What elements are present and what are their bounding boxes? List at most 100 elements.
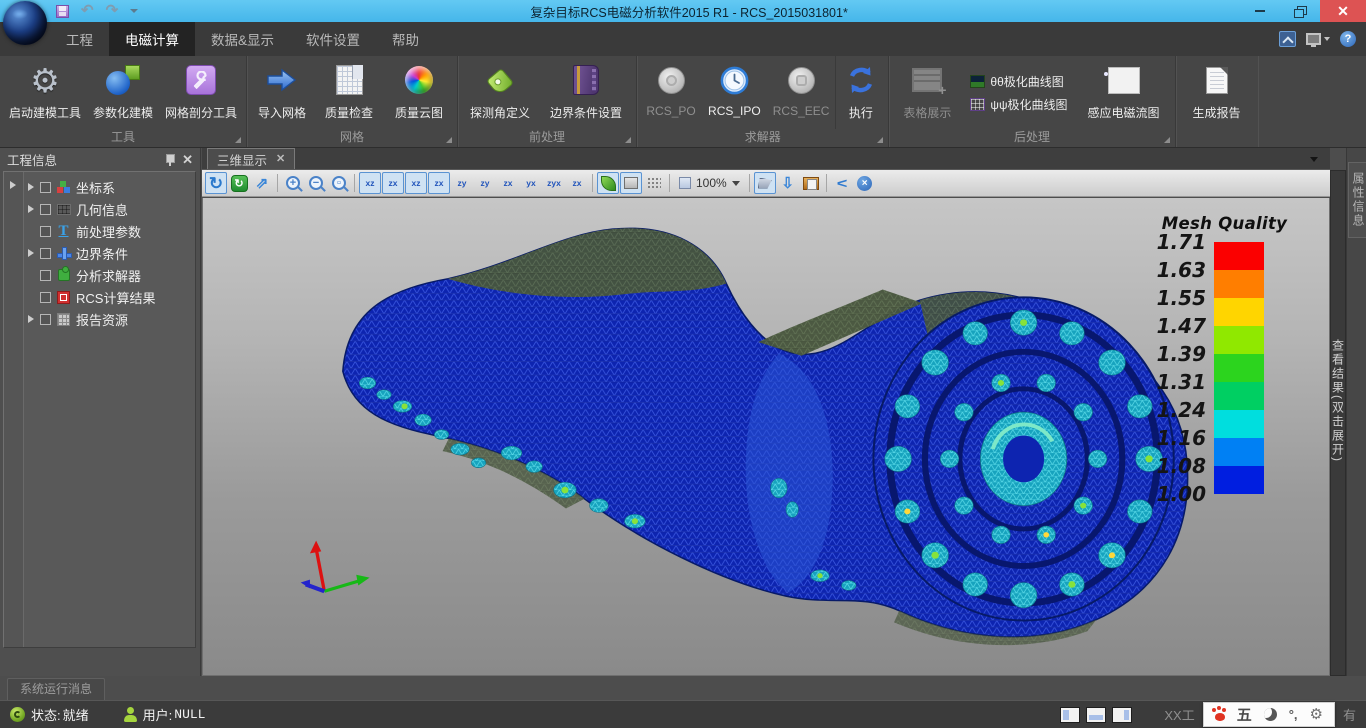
view-preset-button[interactable]: zy	[451, 172, 473, 194]
restore-button[interactable]	[1280, 0, 1320, 22]
ime-punctuation-button[interactable]: °,	[1289, 707, 1298, 722]
table-display-button[interactable]: 表格展示	[892, 56, 962, 129]
theta-polarization-curve-button[interactable]: θθ极化曲线图	[970, 73, 1067, 90]
zoom-out-button[interactable]: −	[305, 172, 327, 194]
tab-project[interactable]: 工程	[50, 22, 109, 56]
help-icon[interactable]: ?	[1340, 31, 1356, 47]
tree-checkbox[interactable]	[40, 226, 51, 237]
quality-check-button[interactable]: 质量检查	[314, 56, 384, 129]
pan-button[interactable]: ⇗	[251, 172, 273, 194]
chevron-right-icon[interactable]	[26, 183, 36, 191]
save-icon[interactable]	[56, 5, 69, 18]
import-mesh-button[interactable]: 导入网格	[250, 56, 314, 129]
tree-item-boundary-conditions[interactable]: 边界条件	[26, 242, 193, 264]
tree-checkbox[interactable]	[40, 248, 51, 259]
app-logo[interactable]	[3, 1, 47, 45]
tree-item-report-resources[interactable]: 报告资源	[26, 308, 193, 330]
results-collapsed-panel[interactable]: 查看结果(双击展开)	[1330, 170, 1346, 676]
view-preset-button[interactable]: zx	[566, 172, 588, 194]
close-view-button[interactable]: ×	[854, 172, 876, 194]
region-select-button[interactable]	[754, 172, 776, 194]
tree-checkbox[interactable]	[40, 314, 51, 325]
ime-logo-paw-icon[interactable]	[1215, 713, 1225, 721]
view-preset-button[interactable]: zyx	[543, 172, 565, 194]
tree-item-preprocess-params[interactable]: T 前处理参数	[26, 220, 193, 242]
boundary-condition-button[interactable]: 边界条件设置	[539, 56, 633, 129]
psi-polarization-curve-button[interactable]: ψψ极化曲线图	[970, 96, 1067, 113]
undo-icon[interactable]: ↶	[81, 5, 94, 17]
tab-help[interactable]: 帮助	[376, 22, 435, 56]
system-message-tab[interactable]: 系统运行消息	[7, 678, 105, 700]
chevron-right-icon[interactable]	[26, 249, 36, 257]
layout-bottom-panel-button[interactable]	[1086, 707, 1106, 723]
tree-item-rcs-results[interactable]: RCS计算结果	[26, 286, 193, 308]
properties-tab[interactable]: 属性信息	[1348, 162, 1366, 238]
execute-button[interactable]: 执行	[835, 56, 885, 129]
probe-angle-button[interactable]: 探测角定义	[461, 56, 539, 129]
smooth-shading-button[interactable]	[597, 172, 619, 194]
tree-checkbox[interactable]	[40, 292, 51, 303]
view-preset-button[interactable]: zx	[382, 172, 404, 194]
3d-canvas[interactable]: Mesh Quality 1.71 1.63 1.55 1.47 1.39 1.…	[202, 198, 1330, 676]
view-preset-button[interactable]: xz	[359, 172, 381, 194]
surface-display-button[interactable]	[620, 172, 642, 194]
view-preset-button[interactable]: yx	[520, 172, 542, 194]
group-expand-icon[interactable]	[446, 137, 452, 143]
induced-em-current-button[interactable]: 感应电磁流图	[1076, 56, 1172, 129]
copy-view-button[interactable]	[800, 172, 822, 194]
zoom-in-button[interactable]: +	[282, 172, 304, 194]
minimize-button[interactable]	[1240, 0, 1280, 22]
tree-checkbox[interactable]	[40, 204, 51, 215]
mesh-partition-tool-button[interactable]: 网格剖分工具	[159, 56, 243, 129]
tree-item-analysis-solver[interactable]: 分析求解器	[26, 264, 193, 286]
pin-icon[interactable]	[165, 153, 174, 166]
redo-icon[interactable]: ↷	[106, 5, 119, 17]
parametric-modeling-button[interactable]: 参数化建模	[87, 56, 159, 129]
tree-checkbox[interactable]	[40, 270, 51, 281]
display-switch-button[interactable]	[1306, 33, 1330, 45]
wireframe-display-button[interactable]	[643, 172, 665, 194]
close-button[interactable]: ✕	[1320, 0, 1366, 22]
tab-em-computation[interactable]: 电磁计算	[109, 22, 195, 56]
panel-close-icon[interactable]: ✕	[182, 153, 193, 166]
tab-data-display[interactable]: 数据&显示	[195, 22, 290, 56]
zoom-level-control[interactable]: 100%	[674, 176, 745, 190]
view-preset-button[interactable]: zx	[428, 172, 450, 194]
chevron-right-icon[interactable]	[26, 315, 36, 323]
solver-rcs-po-button[interactable]: RCS_PO	[640, 56, 702, 129]
ime-settings-gear-icon[interactable]: ⚙	[1310, 707, 1323, 722]
group-expand-icon[interactable]	[235, 137, 241, 143]
layout-left-panel-button[interactable]	[1060, 707, 1080, 723]
tree-checkbox[interactable]	[40, 182, 51, 193]
generate-report-button[interactable]: 生成报告	[1179, 56, 1255, 129]
tab-settings[interactable]: 软件设置	[290, 22, 376, 56]
tab-list-dropdown-icon[interactable]	[1310, 157, 1318, 162]
quality-cloud-button[interactable]: 质量云图	[384, 56, 454, 129]
tree-item-geometry-info[interactable]: 几何信息	[26, 198, 193, 220]
legend-colorbar	[1214, 242, 1264, 494]
tree-item-coordinate-system[interactable]: 坐标系	[26, 176, 193, 198]
refresh-view-button[interactable]: ↻	[228, 172, 250, 194]
solver-rcs-ipo-button[interactable]: RCS_IPO	[702, 56, 767, 129]
layout-right-panel-button[interactable]	[1112, 707, 1132, 723]
view-preset-button[interactable]: xz	[405, 172, 427, 194]
tab-3d-display[interactable]: 三维显示 ✕	[207, 148, 295, 169]
zoom-fit-button[interactable]: ▫	[328, 172, 350, 194]
share-view-button[interactable]: <	[831, 172, 853, 194]
export-view-button[interactable]: ⇩	[777, 172, 799, 194]
launch-modeling-tool-button[interactable]: ⚙ 启动建模工具	[3, 56, 87, 129]
collapse-ribbon-icon[interactable]	[1279, 31, 1296, 47]
group-expand-icon[interactable]	[1164, 137, 1170, 143]
view-preset-button[interactable]: zx	[497, 172, 519, 194]
tab-close-icon[interactable]: ✕	[276, 153, 285, 166]
chevron-right-icon[interactable]	[26, 205, 36, 213]
group-expand-icon[interactable]	[625, 137, 631, 143]
view-preset-button[interactable]: zy	[474, 172, 496, 194]
ime-mode-button[interactable]: 五	[1237, 704, 1252, 725]
solver-rcs-eec-button[interactable]: RCS_EEC	[767, 56, 836, 129]
rotate-view-button[interactable]: ↻	[205, 172, 227, 194]
chevron-right-icon[interactable]	[10, 181, 16, 189]
group-expand-icon[interactable]	[877, 137, 883, 143]
qat-dropdown-icon[interactable]	[130, 9, 138, 13]
ime-moon-icon[interactable]	[1264, 708, 1277, 721]
